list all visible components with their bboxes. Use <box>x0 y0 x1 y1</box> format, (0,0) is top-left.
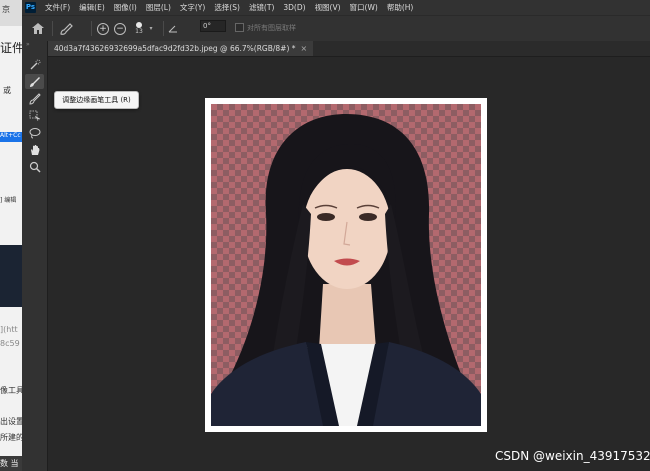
tool-tooltip: 调整边缘画笔工具 (R) <box>54 91 139 109</box>
menu-edit[interactable]: 编辑(E) <box>79 0 105 15</box>
portrait-photo <box>211 114 481 426</box>
document-tab-title: 40d3a7f43626932699a5dfac9d2fd32b.jpeg @ … <box>54 44 296 53</box>
expand-detection-area-button[interactable]: + <box>96 16 110 41</box>
refine-edge-brush-tool[interactable] <box>25 74 44 89</box>
article-image-fragment <box>0 245 22 307</box>
refine-edge-brush-icon <box>60 22 73 35</box>
brush-tool[interactable] <box>25 91 44 106</box>
home-button[interactable] <box>30 16 46 41</box>
image-canvas[interactable] <box>211 104 481 426</box>
sample-all-layers-checkbox[interactable]: 对所有图层取样 <box>235 15 296 40</box>
photoshop-logo-icon: Ps <box>25 2 36 13</box>
minus-circle-icon: − <box>114 22 126 35</box>
text-fragment: 或 <box>3 86 11 95</box>
zoom-icon <box>29 161 41 173</box>
menu-window[interactable]: 窗口(W) <box>350 0 378 15</box>
angle-icon <box>168 25 177 32</box>
hand-tool[interactable] <box>25 142 44 157</box>
menu-view[interactable]: 视图(V) <box>315 0 341 15</box>
menu-help[interactable]: 帮助(H) <box>387 0 414 15</box>
document-tab[interactable]: 40d3a7f43626932699a5dfac9d2fd32b.jpeg @ … <box>48 41 314 56</box>
canvas-area[interactable] <box>205 98 487 432</box>
angle-label <box>167 16 179 41</box>
object-selection-icon <box>29 110 41 121</box>
link-fragment[interactable]: ](htt <box>0 325 18 334</box>
menu-filter[interactable]: 滤镜(T) <box>249 0 274 15</box>
document-tabs: 40d3a7f43626932699a5dfac9d2fd32b.jpeg @ … <box>48 41 650 57</box>
text-fragment: ] 编辑 <box>0 197 17 204</box>
menu-items: 文件(F) 编辑(E) 图像(I) 图层(L) 文字(Y) 选择(S) 滤镜(T… <box>45 0 422 15</box>
plus-circle-icon: + <box>97 22 109 35</box>
hand-icon <box>30 144 39 155</box>
collapse-icon[interactable]: » <box>26 41 30 48</box>
text-fragment: 出设置 <box>0 417 22 426</box>
quick-selection-icon <box>30 59 40 69</box>
menu-bar: Ps 文件(F) 编辑(E) 图像(I) 图层(L) 文字(Y) 选择(S) 滤… <box>22 0 650 15</box>
brush-size-dropdown[interactable]: ▾ <box>147 16 155 41</box>
lasso-tool[interactable] <box>25 125 44 140</box>
angle-input[interactable] <box>200 20 226 32</box>
zoom-tool[interactable] <box>25 159 44 174</box>
shortcut-button-fragment[interactable]: Alt+Cc <box>0 132 22 142</box>
menu-3d[interactable]: 3D(D) <box>283 0 305 15</box>
brush-size-picker[interactable]: 13 <box>132 16 146 41</box>
tools-panel: » <box>22 41 48 471</box>
object-selection-tool[interactable] <box>25 108 44 123</box>
tool-preset-picker[interactable] <box>57 16 75 41</box>
link-fragment[interactable]: 8c59 <box>0 339 20 348</box>
menu-select[interactable]: 选择(S) <box>214 0 240 15</box>
background-browser-strip: 京 证件 或 Alt+Cc ] 编辑 ](htt 8c59 像工具 出设置 所建… <box>0 0 22 471</box>
text-fragment: 数 当 <box>0 459 19 468</box>
csdn-watermark: CSDN @weixin_43917532 <box>495 449 650 463</box>
separator <box>91 21 92 36</box>
text-fragment: 所建的 <box>0 433 22 442</box>
menu-image[interactable]: 图像(I) <box>114 0 137 15</box>
brush-icon <box>28 92 41 105</box>
close-icon[interactable]: × <box>301 41 308 56</box>
refine-edge-brush-icon <box>29 76 40 87</box>
menu-type[interactable]: 文字(Y) <box>180 0 205 15</box>
menu-file[interactable]: 文件(F) <box>45 0 70 15</box>
lasso-icon <box>29 127 40 138</box>
article-heading-fragment: 证件 <box>0 41 22 55</box>
text-fragment: 像工具 <box>0 386 22 395</box>
options-bar: + − 13 ▾ <box>22 15 650 42</box>
brush-size-value: 13 <box>135 27 143 35</box>
checkbox-icon <box>235 23 244 32</box>
restore-original-edge-button[interactable]: − <box>113 16 127 41</box>
menu-layer[interactable]: 图层(L) <box>146 0 171 15</box>
home-icon <box>32 23 44 34</box>
chevron-down-icon: ▾ <box>149 25 153 32</box>
sample-all-layers-label: 对所有图层取样 <box>247 23 296 32</box>
browser-tab-fragment: 京 <box>2 5 10 14</box>
separator <box>52 21 53 36</box>
separator <box>163 21 164 36</box>
quick-selection-tool[interactable] <box>25 57 44 72</box>
